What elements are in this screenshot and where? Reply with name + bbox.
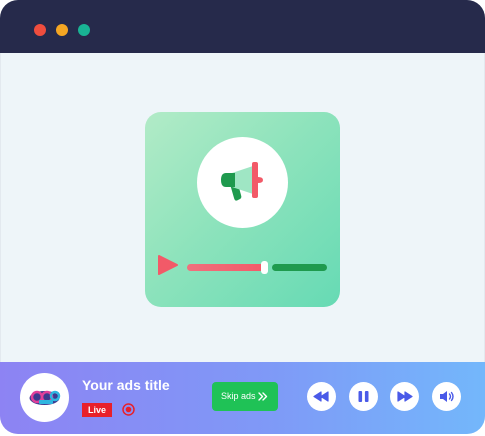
progress-handle[interactable]	[261, 261, 268, 274]
minimize-window-dot[interactable]	[56, 24, 68, 36]
ad-control-bar: Your ads title Live Skip ads	[0, 362, 485, 434]
fast-forward-button[interactable]	[390, 382, 419, 411]
pause-icon	[358, 391, 369, 402]
close-window-dot[interactable]	[34, 24, 46, 36]
ad-media-card	[145, 112, 340, 307]
rewind-button[interactable]	[307, 382, 336, 411]
title-bar	[0, 0, 485, 53]
fast-forward-icon	[397, 391, 413, 402]
pause-button[interactable]	[349, 382, 378, 411]
rewind-icon	[313, 391, 329, 402]
megaphone-icon	[221, 162, 263, 201]
browser-window: Your ads title Live Skip ads	[0, 0, 485, 434]
channel-logo	[20, 373, 69, 422]
progress-played[interactable]	[187, 264, 265, 271]
megaphone-badge	[197, 137, 288, 228]
live-badge: Live	[82, 403, 112, 417]
maximize-window-dot[interactable]	[78, 24, 90, 36]
volume-button[interactable]	[432, 382, 461, 411]
record-icon[interactable]	[121, 402, 136, 417]
volume-icon	[440, 391, 454, 402]
skip-ads-button[interactable]: Skip ads	[212, 382, 278, 411]
progress-remaining[interactable]	[272, 264, 327, 271]
play-icon[interactable]	[157, 254, 179, 276]
skip-ads-label: Skip ads	[221, 391, 256, 401]
ad-title: Your ads title	[82, 377, 170, 393]
double-chevron-right-icon	[258, 392, 268, 401]
